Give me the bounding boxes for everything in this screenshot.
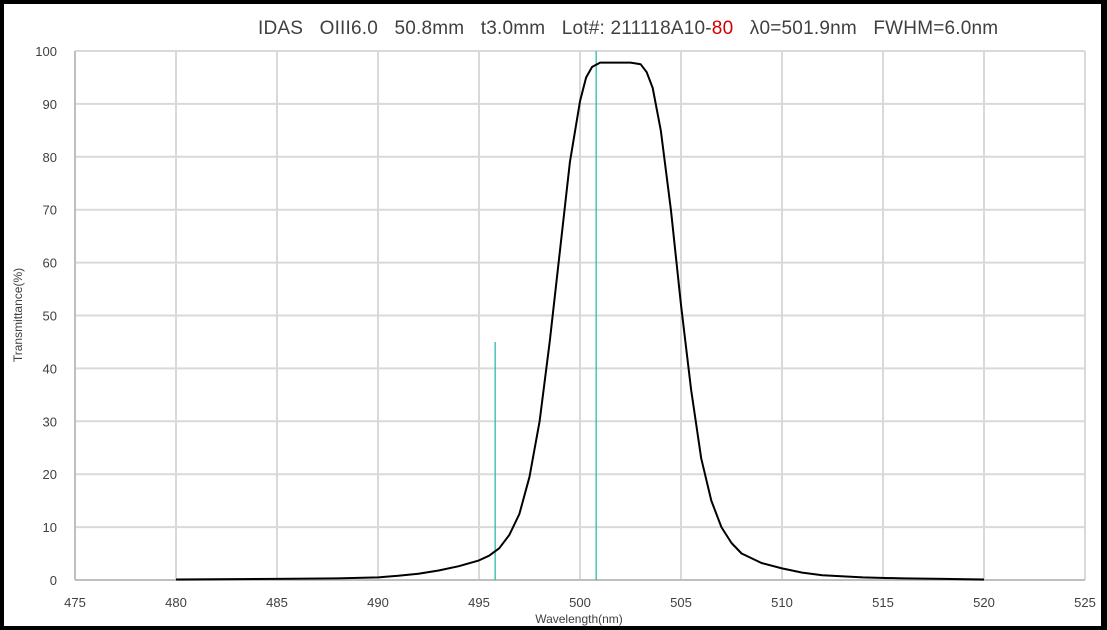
y-tick-label: 10 — [43, 520, 57, 535]
y-tick-label: 0 — [50, 573, 57, 588]
x-axis-label: Wavelength(nm) — [535, 612, 623, 626]
grid-lines — [74, 50, 1086, 581]
y-tick-label: 100 — [35, 44, 57, 59]
x-tick-label: 490 — [367, 595, 389, 610]
y-tick-label: 80 — [43, 150, 57, 165]
x-tick-label: 475 — [64, 595, 86, 610]
y-tick-label: 40 — [43, 361, 57, 376]
x-tick-label: 485 — [266, 595, 288, 610]
y-tick-label: 50 — [43, 309, 57, 324]
y-tick-label: 70 — [43, 203, 57, 218]
x-tick-label: 520 — [973, 595, 995, 610]
tick-labels: 475 480 485 490 495 500 505 510 515 520 525 0 10 20 30… — [35, 44, 1096, 610]
x-tick-label: 505 — [670, 595, 692, 610]
x-tick-label: 500 — [569, 595, 591, 610]
x-tick-label: 515 — [872, 595, 894, 610]
x-tick-label: 480 — [165, 595, 187, 610]
y-tick-label: 90 — [43, 97, 57, 112]
y-axis-label: Transmittance(%) — [11, 268, 25, 362]
x-tick-label: 510 — [771, 595, 793, 610]
transmittance-chart: 475 480 485 490 495 500 505 510 515 520 525 0 10 20 30… — [11, 44, 1096, 626]
y-tick-label: 20 — [43, 467, 57, 482]
x-tick-label: 525 — [1074, 595, 1096, 610]
x-tick-label: 495 — [468, 595, 490, 610]
y-tick-label: 30 — [43, 414, 57, 429]
y-tick-label: 60 — [43, 256, 57, 271]
